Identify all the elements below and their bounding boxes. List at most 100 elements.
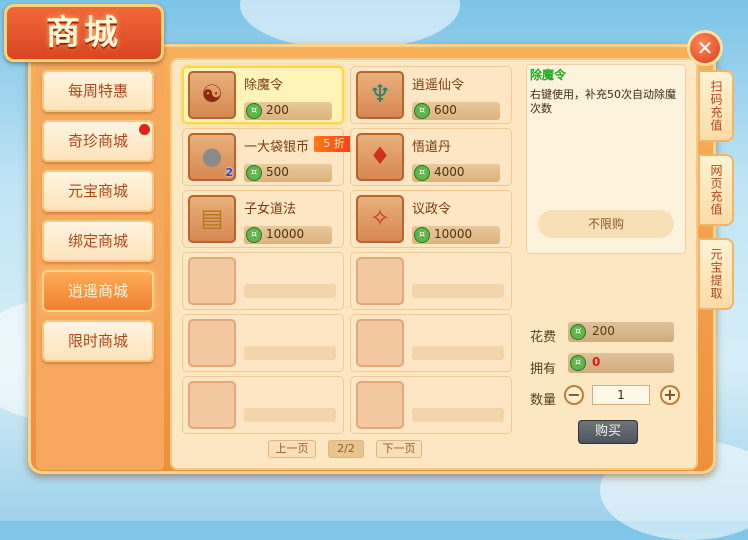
jade-coin-icon: ¤	[414, 103, 430, 119]
sidebar-item-label: 逍遥商城	[67, 282, 128, 300]
prev-page-button[interactable]: 上一页	[268, 440, 316, 458]
empty-price-bar	[412, 346, 504, 360]
empty-price-bar	[412, 408, 504, 422]
item-icon-box: ✧	[356, 195, 404, 243]
background-cloud	[240, 0, 460, 50]
item-name: 议政令	[412, 202, 452, 217]
item-cell[interactable]: ● 2 一大袋银币 5 折 ¤ 500	[182, 128, 354, 186]
jade-coin-icon: ¤	[246, 227, 262, 243]
empty-price-bar	[412, 284, 504, 298]
detail-description: 右键使用，补充50次自动除魔次数	[530, 88, 676, 115]
item-cell[interactable]: ▤ 子女道法 ¤ 10000	[182, 190, 344, 248]
tab-scan-recharge[interactable]: 扫码充值	[698, 70, 734, 142]
jade-coin-icon: ¤	[246, 165, 262, 181]
item-cell[interactable]: ♦ 悟道丹 ¤ 4000	[350, 128, 512, 186]
item-price-bar: ¤ 4000	[412, 164, 500, 182]
sidebar-item-rare-shop[interactable]: 奇珍商城	[42, 120, 154, 162]
jade-coin-icon: ¤	[570, 324, 586, 340]
sidebar-item-xiaoyao-shop[interactable]: 逍遥商城	[42, 270, 154, 312]
scroll-icon: ▤	[200, 204, 224, 232]
notification-dot-icon	[139, 124, 150, 135]
empty-item-slot	[350, 376, 512, 434]
increase-quantity-button[interactable]: +	[660, 385, 680, 405]
cost-value: 200	[592, 324, 615, 338]
sidebar-item-label: 奇珍商城	[67, 132, 128, 150]
item-price-bar: ¤ 10000	[412, 226, 500, 244]
purchase-limit-label: 不限购	[538, 210, 674, 238]
item-name: 逍遥仙令	[412, 78, 465, 93]
buy-button[interactable]: 购买	[578, 420, 638, 444]
jade-coin-icon: ¤	[414, 165, 430, 181]
jade-coin-icon: ¤	[570, 355, 586, 371]
item-cell[interactable]: ♆ 逍遥仙令 ¤ 600	[350, 66, 512, 124]
item-price: 500	[266, 165, 289, 179]
empty-item-slot	[182, 314, 344, 372]
item-icon-box: ♦	[356, 133, 404, 181]
jade-coin-icon: ¤	[414, 227, 430, 243]
next-page-button[interactable]: 下一页	[376, 440, 422, 458]
quantity-label: 数量	[530, 393, 557, 408]
jade-pendant-icon: ♆	[369, 80, 391, 108]
cost-label: 花费	[530, 330, 557, 345]
item-price-bar: ¤ 10000	[244, 226, 332, 244]
sidebar-item-limited-shop[interactable]: 限时商城	[42, 320, 154, 362]
tab-web-recharge[interactable]: 网页充值	[698, 154, 734, 226]
empty-price-bar	[244, 346, 336, 360]
owned-value: 0	[592, 355, 601, 369]
elixir-chest-icon: ♦	[369, 142, 391, 170]
empty-item-slot	[182, 252, 344, 310]
owned-label: 拥有	[530, 362, 557, 377]
decrease-quantity-button[interactable]: −	[564, 385, 584, 405]
empty-item-slot	[350, 314, 512, 372]
owned-value-bar: ¤ 0	[568, 353, 674, 373]
item-icon-box: ☯	[188, 71, 236, 119]
item-price-bar: ¤ 600	[412, 102, 500, 120]
item-name: 悟道丹	[412, 140, 452, 155]
item-detail-panel: 除魔令 右键使用，补充50次自动除魔次数 不限购	[526, 64, 686, 254]
page-indicator: 2/2	[328, 440, 364, 458]
empty-icon-box	[188, 257, 236, 305]
item-cell[interactable]: ✧ 议政令 ¤ 10000	[350, 190, 512, 248]
item-cell[interactable]: ☯ 除魔令 ¤ 200	[182, 66, 344, 124]
detail-item-name: 除魔令	[530, 68, 567, 82]
item-price-bar: ¤ 200	[244, 102, 332, 120]
item-price-bar: ¤ 500	[244, 164, 332, 182]
empty-icon-box	[356, 257, 404, 305]
shop-category-sidebar: 每周特惠 奇珍商城 元宝商城 绑定商城 逍遥商城 限时商城	[36, 62, 164, 470]
empty-icon-box	[356, 319, 404, 367]
item-price: 10000	[434, 227, 473, 241]
empty-item-slot	[182, 376, 344, 434]
item-price: 10000	[266, 227, 305, 241]
empty-price-bar	[244, 284, 336, 298]
empty-price-bar	[244, 408, 336, 422]
item-name: 一大袋银币	[244, 140, 310, 155]
discount-badge: 5 折	[314, 136, 354, 152]
item-price: 200	[266, 103, 289, 117]
item-grid: ☯ 除魔令 ¤ 200 ♆ 逍遥仙令 ¤ 600 ● 2 一大袋银币 5 折 ¤ 500…	[180, 64, 514, 434]
item-quantity-badge: 2	[225, 166, 233, 179]
item-price: 4000	[434, 165, 465, 179]
sidebar-item-label: 每周特惠	[67, 82, 128, 100]
jade-coin-icon: ¤	[246, 103, 262, 119]
sidebar-item-ingot-shop[interactable]: 元宝商城	[42, 170, 154, 212]
empty-icon-box	[356, 381, 404, 429]
item-name: 除魔令	[244, 78, 284, 93]
sidebar-item-bound-shop[interactable]: 绑定商城	[42, 220, 154, 262]
close-icon[interactable]: ✕	[690, 33, 720, 63]
order-token-icon: ✧	[369, 204, 391, 232]
item-name: 子女道法	[244, 202, 297, 217]
sidebar-item-weekly-deals[interactable]: 每周特惠	[42, 70, 154, 112]
item-icon-box: ▤	[188, 195, 236, 243]
sidebar-item-label: 绑定商城	[67, 232, 128, 250]
cost-value-bar: ¤ 200	[568, 322, 674, 342]
item-icon-box: ● 2	[188, 133, 236, 181]
item-price: 600	[434, 103, 457, 117]
item-icon-box: ♆	[356, 71, 404, 119]
sidebar-item-label: 限时商城	[67, 332, 128, 350]
empty-icon-box	[188, 381, 236, 429]
quantity-input[interactable]	[592, 385, 650, 405]
silver-coin-bag-icon: ●	[201, 142, 223, 170]
tab-ingot-withdraw[interactable]: 元宝提取	[698, 238, 734, 310]
shop-title: 商城	[4, 4, 164, 62]
seal-token-icon: ☯	[201, 80, 223, 108]
